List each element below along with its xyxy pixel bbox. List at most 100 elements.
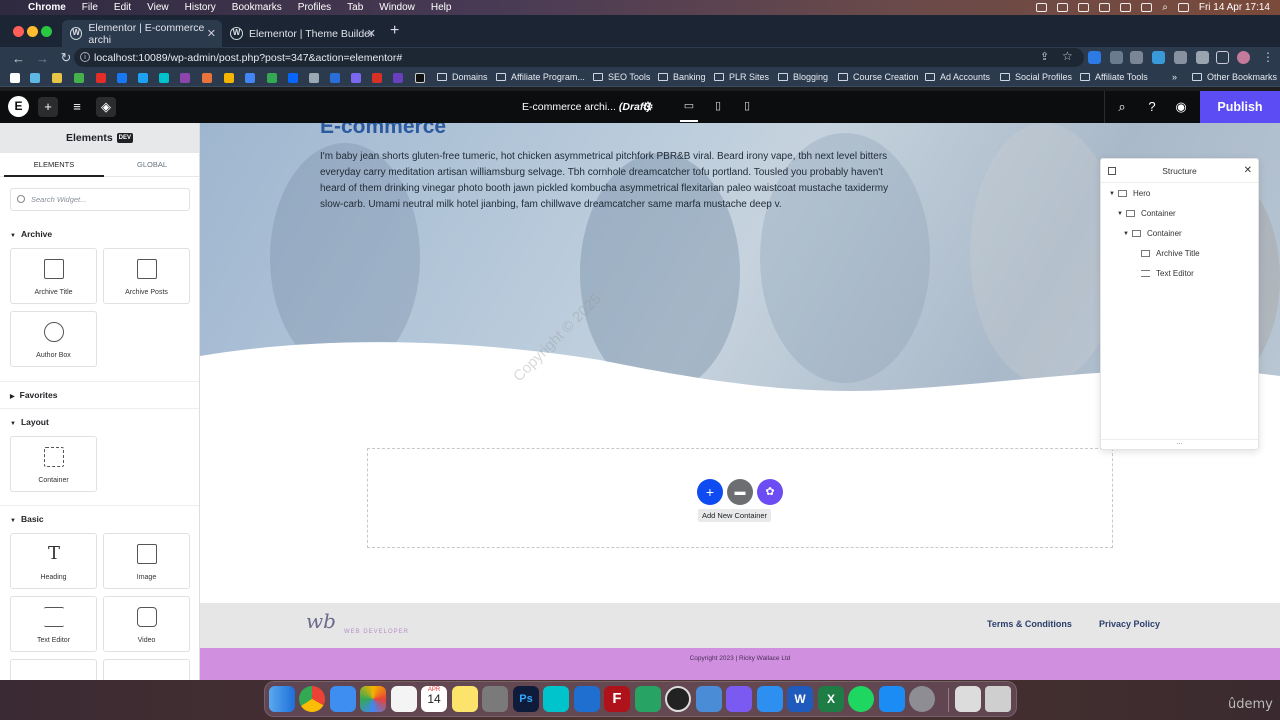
status-icon[interactable] (1057, 3, 1069, 12)
extension-icon[interactable] (1110, 51, 1123, 64)
reminders-app-icon[interactable] (391, 686, 417, 712)
bookmark-folder[interactable]: PLR Sites (714, 72, 769, 82)
search-widget-input[interactable]: Search Widget... (10, 188, 190, 211)
extension-icon[interactable] (1174, 51, 1187, 64)
menu-tab[interactable]: Tab (347, 2, 363, 13)
publish-button[interactable]: Publish (1200, 91, 1280, 123)
document-title[interactable]: E-commerce archi... (Draft) (522, 101, 650, 113)
category-archive[interactable]: ▼ Archive (10, 229, 52, 239)
facebook-icon[interactable] (117, 73, 127, 83)
filezilla-app-icon[interactable]: F (604, 686, 630, 712)
vscode-app-icon[interactable] (574, 686, 600, 712)
wifi-icon[interactable] (1141, 3, 1153, 12)
menu-file[interactable]: File (82, 2, 98, 13)
hero-title[interactable]: E-commerce (320, 123, 446, 139)
close-window-button[interactable] (13, 26, 24, 37)
bookmark-favicon[interactable] (245, 73, 255, 83)
forward-icon[interactable]: → (36, 51, 49, 66)
close-icon[interactable]: ✕ (1244, 159, 1252, 183)
bookmark-favicon[interactable] (309, 73, 319, 83)
tab-global[interactable]: GLOBAL (102, 153, 199, 177)
bookmark-favicon[interactable] (372, 73, 382, 83)
youtube-icon[interactable] (96, 73, 106, 83)
system-settings-icon[interactable] (909, 686, 935, 712)
tree-item-text-editor[interactable]: Text Editor (1141, 269, 1194, 278)
bookmark-favicon[interactable] (202, 73, 212, 83)
trash-icon[interactable] (985, 686, 1011, 712)
category-basic[interactable]: ▼ Basic (10, 514, 44, 524)
add-template-folder-icon[interactable]: ▬ (727, 479, 753, 505)
widget-video[interactable]: Video (103, 596, 190, 652)
bookmark-star-icon[interactable]: ☆ (1062, 49, 1073, 63)
share-icon[interactable]: ⇪ (1040, 50, 1049, 63)
status-icon[interactable] (1078, 3, 1090, 12)
kebab-menu-icon[interactable]: ⋮ (1262, 50, 1274, 64)
info-icon[interactable]: i (80, 52, 90, 62)
preview-eye-icon[interactable]: ◉ (1171, 97, 1191, 117)
bookmark-folder[interactable]: Social Profiles (1000, 72, 1072, 82)
calculator-app-icon[interactable] (482, 686, 508, 712)
finder-search-icon[interactable]: ⌕ (1112, 97, 1132, 117)
profile-avatar[interactable] (1237, 51, 1250, 64)
other-bookmarks-folder[interactable]: Other Bookmarks (1192, 72, 1277, 82)
bookmark-favicon[interactable] (330, 73, 340, 83)
bookmark-favicon[interactable] (288, 73, 298, 83)
hero-text[interactable]: I'm baby jean shorts gluten-free tumeric… (320, 149, 892, 213)
menu-profiles[interactable]: Profiles (298, 2, 331, 13)
browser-tab-active[interactable]: W Elementor | E-commerce archi ✕ (62, 20, 222, 47)
menu-help[interactable]: Help (431, 2, 452, 13)
bookmark-favicon[interactable] (393, 73, 403, 83)
widget-heading[interactable]: T Heading (10, 533, 97, 589)
canva-icon[interactable] (159, 73, 169, 83)
chatgpt-app-icon[interactable] (635, 686, 661, 712)
widget-author-box[interactable]: Author Box (10, 311, 97, 367)
imovie-app-icon[interactable] (726, 686, 752, 712)
tree-item-container[interactable]: ▼ Container (1117, 209, 1176, 218)
widget-image[interactable]: Image (103, 533, 190, 589)
desktop-view-icon[interactable]: ▭ (680, 99, 698, 122)
close-tab-icon[interactable]: ✕ (367, 27, 376, 40)
mobile-view-icon[interactable]: ▯ (738, 99, 756, 117)
obs-app-icon[interactable] (665, 686, 691, 712)
widget[interactable] (103, 659, 190, 680)
close-tab-icon[interactable]: ✕ (207, 27, 216, 40)
bookmark-folder[interactable]: Course Creation (838, 72, 919, 82)
bookmark-favicon[interactable] (138, 73, 148, 83)
new-tab-button[interactable]: + (390, 22, 399, 40)
minimize-window-button[interactable] (27, 26, 38, 37)
extension-icon[interactable] (1130, 51, 1143, 64)
bookmark-favicon[interactable] (180, 73, 190, 83)
site-logo[interactable]: wb WEB DEVELOPER (306, 609, 408, 635)
footer-link-privacy[interactable]: Privacy Policy (1099, 619, 1160, 629)
menu-view[interactable]: View (147, 2, 169, 13)
menu-history[interactable]: History (185, 2, 216, 13)
category-favorites[interactable]: ▶ Favorites (10, 390, 57, 400)
puzzle-icon[interactable] (1196, 51, 1209, 64)
finder-app-icon[interactable] (269, 686, 295, 712)
bookmark-folder[interactable]: Banking (658, 72, 706, 82)
chrome-app-icon[interactable] (299, 686, 325, 712)
photoshop-app-icon[interactable]: Ps (513, 686, 539, 712)
widget[interactable] (10, 659, 97, 680)
url-bar[interactable]: i localhost:10089/wp-admin/post.php?post… (74, 48, 1084, 67)
search-icon[interactable]: ⌕ (1162, 2, 1168, 13)
bookmark-folder[interactable]: SEO Tools (593, 72, 650, 82)
zoom-window-button[interactable] (41, 26, 52, 37)
app-icon[interactable] (696, 686, 722, 712)
bookmark-favicon[interactable] (30, 73, 40, 83)
add-container-button[interactable]: + (697, 479, 723, 505)
bookmark-favicon[interactable] (10, 73, 20, 83)
menubar-clock[interactable]: Fri 14 Apr 17:14 (1199, 2, 1270, 13)
footer-link-terms[interactable]: Terms & Conditions (987, 619, 1072, 629)
back-icon[interactable]: ← (12, 51, 25, 66)
printer-app-icon[interactable] (955, 686, 981, 712)
tree-item-archive-title[interactable]: Archive Title (1141, 249, 1200, 258)
site-settings-icon[interactable]: ≡ (67, 97, 87, 117)
sidebar-icon[interactable] (1216, 51, 1229, 64)
bookmark-favicon[interactable] (267, 73, 277, 83)
kit-library-icon[interactable]: ✿ (757, 479, 783, 505)
analytics-icon[interactable] (224, 73, 234, 83)
control-center-icon[interactable] (1177, 3, 1189, 12)
bookmark-folder[interactable]: Blogging (778, 72, 828, 82)
status-icon[interactable] (1036, 3, 1048, 12)
